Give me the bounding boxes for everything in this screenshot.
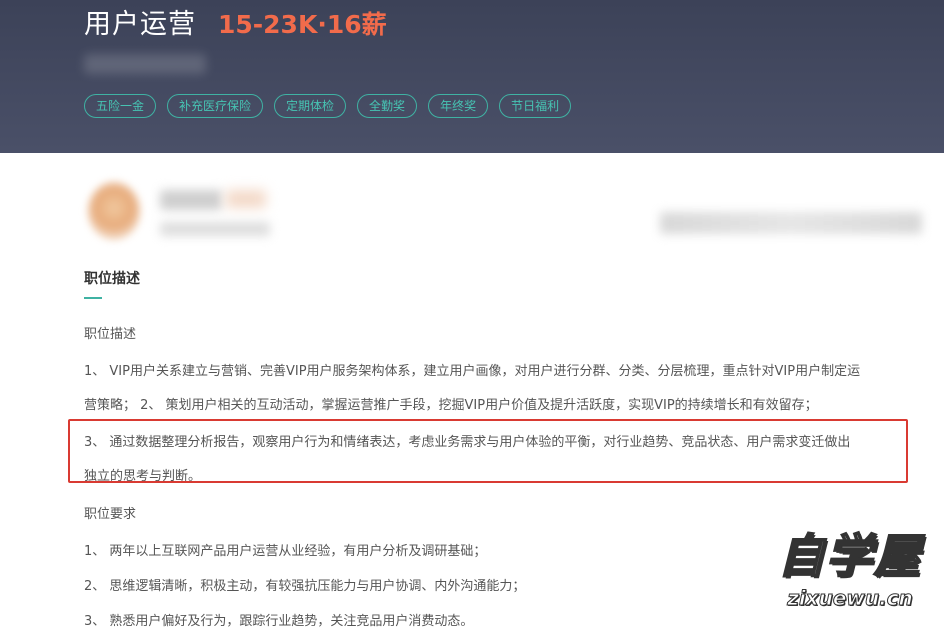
benefit-tag: 五险一金 bbox=[84, 94, 157, 118]
blurred-recruiter-name bbox=[160, 190, 222, 210]
blurred-recruiter-info bbox=[160, 222, 270, 236]
watermark-en: zixuewu.cn bbox=[787, 586, 914, 611]
heading-underline bbox=[84, 297, 102, 299]
benefit-tag: 补充医疗保险 bbox=[167, 94, 264, 118]
section-heading: 职位描述 bbox=[84, 271, 140, 287]
salary: 15-23K·16薪 bbox=[218, 10, 387, 39]
benefit-tag: 节日福利 bbox=[499, 94, 572, 118]
blurred-contact-area bbox=[660, 212, 922, 234]
benefit-tag: 定期体检 bbox=[274, 94, 347, 118]
watermark: 自学屋 zixuewu.cn bbox=[762, 528, 938, 628]
job-header: 用户运营 15-23K·16薪 五险一金 补充医疗保险 定期体检 全勤奖 年终奖… bbox=[0, 0, 944, 153]
description-line: 营策略； 2、 策划用户相关的互动活动，掌握运营推广手段，挖掘VIP用户价值及提… bbox=[84, 398, 818, 413]
watermark-cn: 自学屋 bbox=[777, 528, 922, 584]
requirements-label: 职位要求 bbox=[84, 507, 137, 522]
requirement-line: 1、 两年以上互联网产品用户运营从业经验，有用户分析及调研基础； bbox=[84, 544, 487, 559]
requirement-line: 3、 熟悉用户偏好及行为，跟踪行业趋势，关注竞品用户消费动态。 bbox=[84, 614, 474, 629]
benefit-tag: 全勤奖 bbox=[357, 94, 418, 118]
job-title: 用户运营 bbox=[84, 9, 196, 40]
description-label: 职位描述 bbox=[84, 327, 137, 342]
benefit-tags: 五险一金 补充医疗保险 定期体检 全勤奖 年终奖 节日福利 bbox=[84, 94, 582, 118]
benefit-tag: 年终奖 bbox=[428, 94, 489, 118]
highlight-box bbox=[68, 419, 908, 483]
title-row: 用户运营 15-23K·16薪 bbox=[84, 2, 387, 42]
blurred-subtitle bbox=[84, 54, 206, 74]
blurred-recruiter-badge bbox=[226, 190, 266, 208]
requirement-line: 2、 思维逻辑清晰，积极主动，有较强抗压能力与用户协调、内外沟通能力； bbox=[84, 579, 526, 594]
description-line: 1、 VIP用户关系建立与营销、完善VIP用户服务架构体系，建立用户画像，对用户… bbox=[84, 364, 861, 379]
recruiter-avatar[interactable] bbox=[88, 182, 140, 240]
